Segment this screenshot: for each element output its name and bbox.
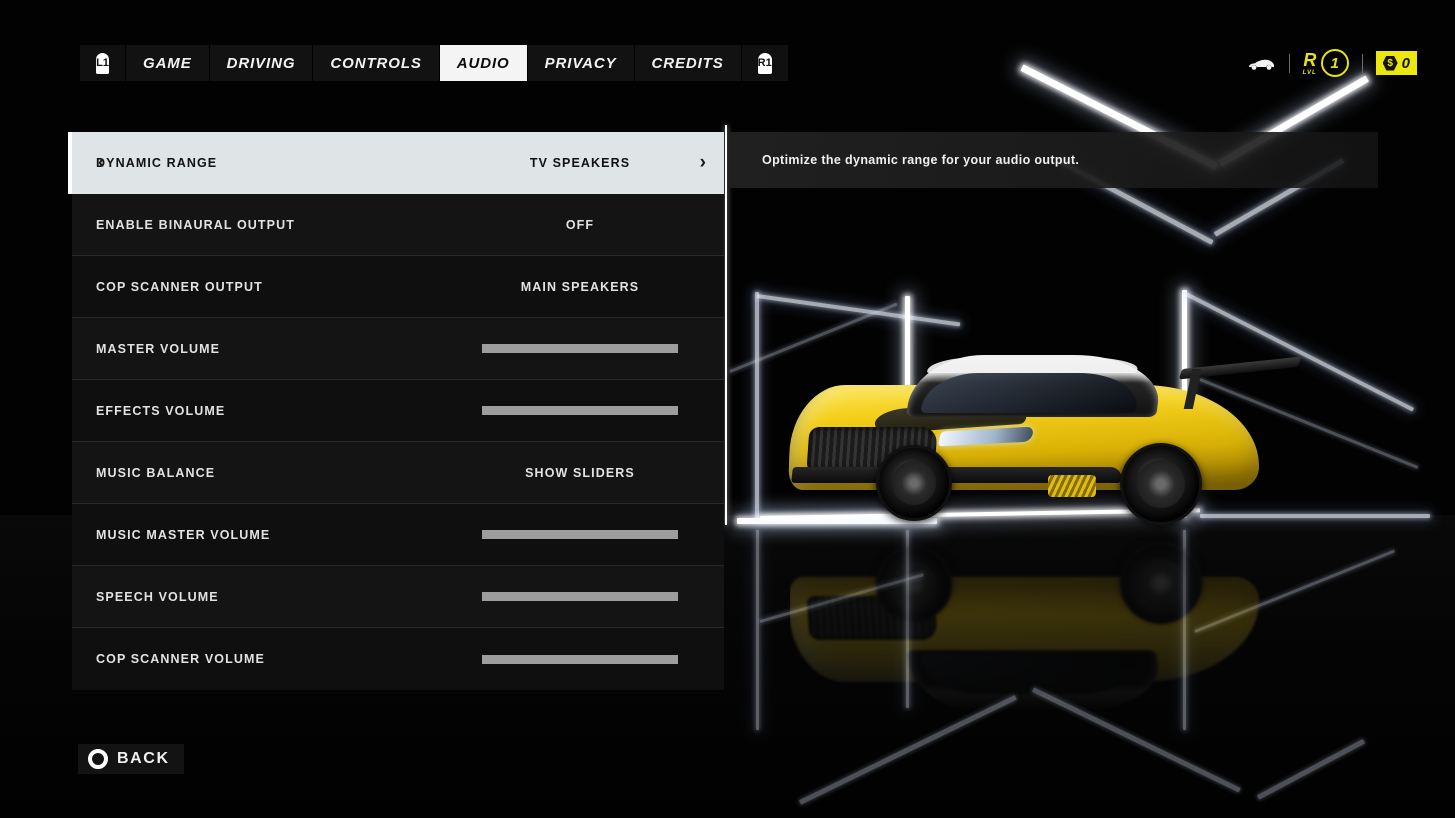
setting-label: MUSIC MASTER VOLUME bbox=[96, 527, 271, 542]
hud-divider-2 bbox=[1361, 53, 1363, 73]
setting-row-cop-scanner-volume[interactable]: COP SCANNER VOLUME bbox=[72, 628, 724, 690]
setting-row-cop-scanner-output[interactable]: COP SCANNER OUTPUT MAIN SPEAKERS bbox=[72, 256, 724, 318]
showcase-car bbox=[788, 355, 1310, 535]
setting-row-dynamic-range[interactable]: DYNAMIC RANGE ‹ TV SPEAKERS › bbox=[68, 132, 724, 194]
setting-row-music-balance[interactable]: MUSIC BALANCE SHOW SLIDERS bbox=[72, 442, 724, 504]
increment-arrow-icon[interactable]: › bbox=[700, 132, 706, 194]
rank-letter: R bbox=[1303, 49, 1316, 70]
setting-label: EFFECTS VOLUME bbox=[96, 403, 226, 418]
setting-value: TV SPEAKERS bbox=[529, 156, 631, 170]
player-hud: R LVL 1 $ 0 bbox=[1246, 45, 1417, 81]
left-bumper-button[interactable]: L1 bbox=[80, 45, 126, 81]
setting-value: SHOW SLIDERS bbox=[525, 465, 635, 480]
rank-level-indicator: R LVL 1 bbox=[1303, 49, 1349, 77]
setting-label: MUSIC BALANCE bbox=[96, 465, 216, 480]
setting-label: DYNAMIC RANGE bbox=[96, 156, 218, 170]
setting-label: ENABLE BINAURAL OUTPUT bbox=[96, 217, 295, 232]
car-reflection bbox=[788, 537, 1310, 712]
setting-label: SPEECH VOLUME bbox=[96, 589, 219, 604]
back-button-label: BACK bbox=[117, 750, 170, 767]
car-icon bbox=[1246, 53, 1276, 73]
slider-fill bbox=[482, 592, 678, 601]
setting-row-effects-volume[interactable]: EFFECTS VOLUME bbox=[72, 380, 724, 442]
top-navigation-bar: L1 GAME DRIVING CONTROLS AUDIO PRIVACY C… bbox=[0, 45, 1455, 83]
volume-slider[interactable] bbox=[482, 592, 678, 601]
setting-value: MAIN SPEAKERS bbox=[520, 279, 640, 294]
car-front-wheel bbox=[876, 445, 952, 521]
slider-fill bbox=[482, 406, 678, 415]
tab-driving[interactable]: DRIVING bbox=[209, 45, 314, 81]
slider-fill bbox=[482, 654, 678, 664]
description-text: Optimize the dynamic range for your audi… bbox=[762, 153, 1080, 167]
setting-label: MASTER VOLUME bbox=[96, 341, 221, 356]
setting-description-panel: Optimize the dynamic range for your audi… bbox=[728, 132, 1378, 188]
car-roof-stripe bbox=[926, 357, 1140, 373]
slider-fill bbox=[482, 530, 678, 539]
l1-button-icon: L1 bbox=[96, 52, 109, 74]
setting-row-enable-binaural-output[interactable]: ENABLE BINAURAL OUTPUT OFF bbox=[72, 194, 724, 256]
volume-slider[interactable] bbox=[482, 530, 678, 539]
neon-frame-left-vertical bbox=[755, 292, 759, 520]
currency-amount: 0 bbox=[1401, 54, 1410, 72]
setting-label: COP SCANNER OUTPUT bbox=[96, 279, 263, 294]
audio-settings-panel: DYNAMIC RANGE ‹ TV SPEAKERS › ENABLE BIN… bbox=[68, 132, 724, 690]
neon-frame-left-diagonal bbox=[756, 294, 961, 327]
decrement-arrow-icon[interactable]: ‹ bbox=[98, 132, 104, 194]
setting-label: COP SCANNER VOLUME bbox=[96, 652, 265, 666]
back-button[interactable]: BACK bbox=[78, 744, 184, 774]
slider-fill bbox=[482, 344, 678, 353]
currency-badge: $ 0 bbox=[1375, 51, 1417, 75]
rank-badge: R LVL bbox=[1303, 51, 1317, 76]
right-bumper-button[interactable]: R1 bbox=[741, 45, 788, 81]
panel-divider-line bbox=[725, 125, 727, 525]
volume-slider[interactable] bbox=[482, 406, 678, 415]
tab-controls[interactable]: CONTROLS bbox=[313, 45, 440, 81]
tab-credits[interactable]: CREDITS bbox=[634, 45, 742, 81]
car-rear-wheel bbox=[1120, 443, 1202, 525]
setting-row-master-volume[interactable]: MASTER VOLUME bbox=[72, 318, 724, 380]
tab-privacy[interactable]: PRIVACY bbox=[527, 45, 635, 81]
level-value: 1 bbox=[1320, 49, 1349, 77]
r1-button-icon: R1 bbox=[757, 52, 772, 74]
coin-icon: $ bbox=[1382, 55, 1398, 71]
setting-row-music-master-volume[interactable]: MUSIC MASTER VOLUME bbox=[72, 504, 724, 566]
circle-button-icon bbox=[88, 749, 108, 769]
setting-value: OFF bbox=[565, 217, 595, 232]
rank-sublabel: LVL bbox=[1302, 69, 1317, 76]
neon-reflection-left-vertical bbox=[756, 530, 759, 730]
hud-divider-1 bbox=[1288, 53, 1290, 73]
tab-audio[interactable]: AUDIO bbox=[439, 45, 528, 81]
tab-game[interactable]: GAME bbox=[126, 45, 210, 81]
car-suspension-spring bbox=[1048, 475, 1096, 497]
setting-row-speech-volume[interactable]: SPEECH VOLUME bbox=[72, 566, 724, 628]
settings-tab-strip: L1 GAME DRIVING CONTROLS AUDIO PRIVACY C… bbox=[80, 45, 788, 81]
volume-slider[interactable] bbox=[482, 344, 678, 353]
volume-slider[interactable] bbox=[482, 654, 678, 664]
